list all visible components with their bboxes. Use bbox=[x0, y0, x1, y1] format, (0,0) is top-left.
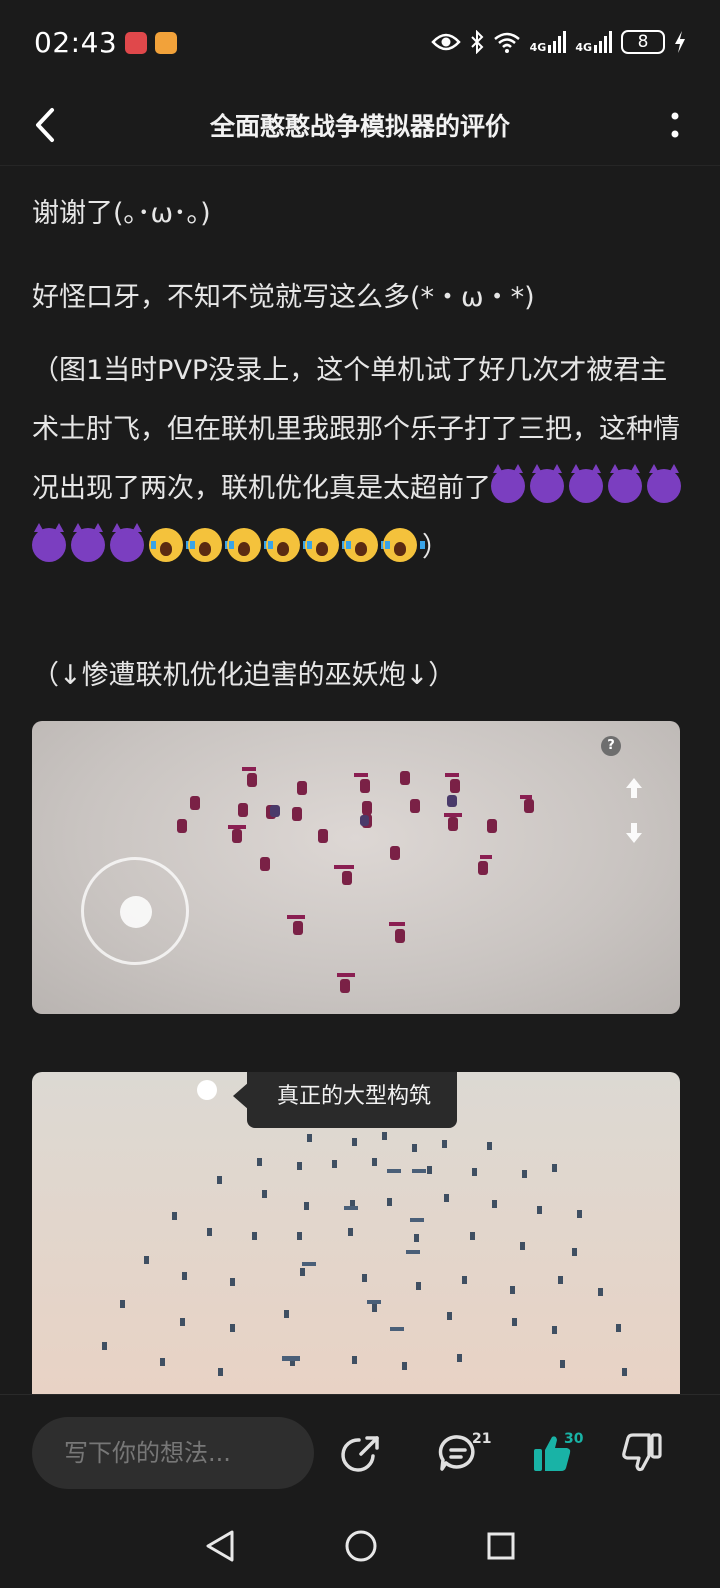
devil-emoji-icon bbox=[491, 464, 525, 503]
image-tag-tooltip: 真正的大型构筑 bbox=[232, 1072, 458, 1128]
arrow-up-icon bbox=[622, 776, 646, 804]
crying-emoji-icon bbox=[188, 528, 230, 562]
nav-back-icon[interactable] bbox=[204, 1529, 236, 1563]
devil-emoji-icon bbox=[32, 523, 66, 562]
crying-emoji-icon bbox=[149, 528, 191, 562]
crying-emoji-icon bbox=[227, 528, 269, 562]
devil-emoji-icon bbox=[530, 464, 564, 503]
eye-icon bbox=[430, 33, 461, 51]
review-paragraph: 谢谢了(｡･ω･｡) bbox=[32, 198, 211, 229]
like-button[interactable]: 30 bbox=[522, 1417, 584, 1489]
review-paragraph: （图1当时PVP没录上，这个单机试了好几次才被君主术士肘飞，但在联机里我跟那个乐… bbox=[32, 341, 692, 577]
comment-button[interactable]: 21 bbox=[428, 1417, 492, 1489]
page-title: 全面憨憨战争模拟器的评价 bbox=[209, 111, 510, 141]
wifi-icon bbox=[493, 32, 520, 53]
charging-bolt-icon bbox=[675, 31, 685, 53]
status-icons: 4G 4G 8 bbox=[430, 30, 686, 54]
network-type-1: 4G bbox=[529, 41, 547, 54]
status-time: 02:43 bbox=[34, 25, 118, 59]
devil-emoji-icon bbox=[608, 464, 642, 503]
comment-count: 21 bbox=[472, 1431, 492, 1447]
crying-emoji-icon bbox=[344, 528, 386, 562]
bluetooth-icon bbox=[470, 30, 484, 54]
paragraph-end: ） bbox=[422, 532, 449, 563]
devil-emoji-icon bbox=[71, 523, 105, 562]
like-count: 30 bbox=[564, 1431, 584, 1447]
battery-indicator: 8 bbox=[621, 30, 665, 54]
nav-recents-icon[interactable] bbox=[486, 1531, 516, 1561]
devil-emoji-icon bbox=[110, 523, 144, 562]
network-type-2: 4G bbox=[575, 41, 592, 54]
crying-emoji-icon bbox=[305, 528, 347, 562]
joystick-knob bbox=[120, 896, 152, 928]
arrow-down-icon bbox=[622, 821, 646, 849]
review-image-1[interactable]: ? bbox=[32, 721, 680, 1014]
tag-dot[interactable] bbox=[197, 1080, 217, 1100]
signal-bars-icon bbox=[594, 31, 612, 53]
system-nav-bar bbox=[0, 1504, 720, 1588]
action-bar: 写下你的想法... 21 30 bbox=[0, 1394, 720, 1504]
review-content[interactable]: 谢谢了(｡･ω･｡) 好怪口牙，不知不觉就写这么多(*・ω・*) （图1当时PV… bbox=[0, 166, 720, 1394]
status-bar: 02:43 4G 4G 8 bbox=[0, 0, 720, 84]
review-paragraph: （↓惨遭联机优化迫害的巫妖炮↓） bbox=[32, 660, 456, 691]
review-paragraph: 好怪口牙，不知不觉就写这么多(*・ω・*) bbox=[32, 282, 535, 313]
top-bar: 全面憨憨战争模拟器的评价 bbox=[0, 84, 720, 166]
share-icon bbox=[341, 1436, 379, 1472]
more-options-button[interactable] bbox=[630, 84, 720, 166]
signal-2: 4G bbox=[575, 31, 612, 53]
more-vertical-icon bbox=[671, 112, 679, 137]
crying-emoji-icon bbox=[383, 528, 425, 562]
crying-emoji-icon bbox=[266, 528, 308, 562]
share-button[interactable] bbox=[330, 1417, 390, 1489]
signal-1: 4G bbox=[530, 31, 567, 53]
devil-emoji-icon bbox=[647, 464, 681, 503]
dislike-button[interactable] bbox=[612, 1417, 672, 1489]
comment-input[interactable]: 写下你的想法... bbox=[32, 1417, 314, 1489]
book-app-icon bbox=[125, 32, 148, 54]
taptap-app-icon bbox=[155, 32, 178, 54]
thumbs-down-icon bbox=[622, 1433, 662, 1472]
back-arrow-icon bbox=[36, 107, 54, 142]
virtual-joystick bbox=[81, 857, 189, 965]
nav-home-icon[interactable] bbox=[344, 1529, 378, 1563]
devil-emoji-icon bbox=[569, 464, 603, 503]
help-icon: ? bbox=[601, 736, 621, 756]
review-image-2[interactable]: 真正的大型构筑 bbox=[32, 1072, 680, 1394]
back-button[interactable] bbox=[0, 84, 90, 166]
signal-bars-icon bbox=[548, 31, 567, 53]
